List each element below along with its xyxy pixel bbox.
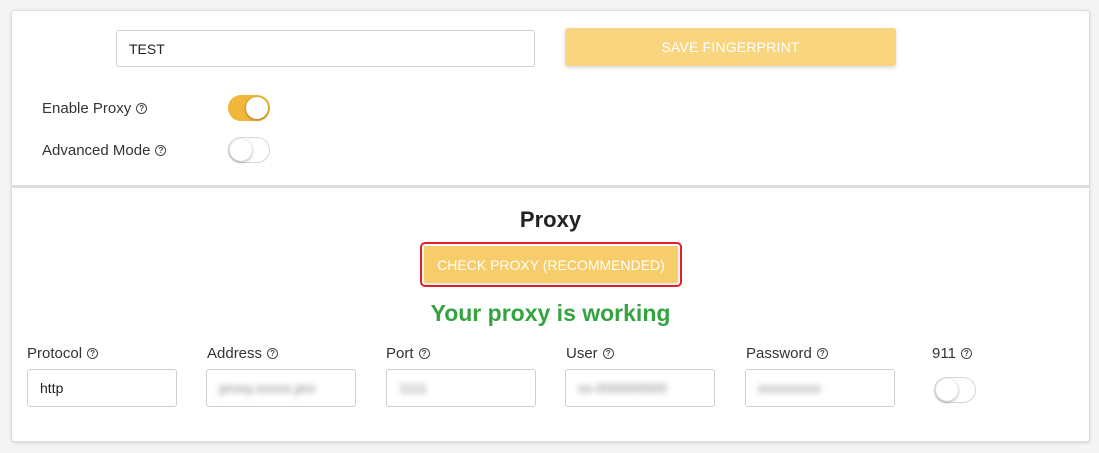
password-label: Password ? [746,345,828,362]
port-value: 1111 [399,380,428,396]
user-value: xx-000000000 [578,380,667,396]
password-value: xxxxxxxxx [758,380,821,396]
user-label: User ? [566,345,614,362]
address-field[interactable]: proxy.xxxxx.pro [206,369,356,407]
user-label-text: User [566,345,598,362]
check-proxy-button[interactable]: CHECK PROXY (RECOMMENDED) [424,246,678,283]
advanced-mode-toggle[interactable] [228,137,270,163]
toggle-knob [936,379,958,401]
save-fingerprint-button[interactable]: SAVE FINGERPRINT [565,28,896,66]
address-value: proxy.xxxxx.pro [219,380,316,396]
password-label-text: Password [746,345,812,362]
enable-proxy-toggle[interactable] [228,95,270,121]
proxy-status-text: Your proxy is working [430,300,671,326]
toggle-knob [246,97,268,119]
password-field[interactable]: xxxxxxxxx [745,369,895,407]
help-icon[interactable]: ? [267,348,279,359]
help-icon[interactable]: ? [418,348,430,359]
advanced-mode-label: Advanced Mode ? [42,142,167,159]
proxy-section-title: Proxy [519,207,582,232]
port-label: Port ? [386,345,430,362]
proxy-card: Proxy CHECK PROXY (RECOMMENDED) Your pro… [11,187,1090,442]
protocol-field[interactable]: http [27,369,177,407]
help-icon[interactable]: ? [87,348,99,359]
port-field[interactable]: 1111 [386,369,536,407]
help-icon[interactable]: ? [602,348,614,359]
n911-toggle[interactable] [934,377,976,403]
enable-proxy-label: Enable Proxy ? [42,100,148,117]
help-icon[interactable]: ? [155,145,167,156]
n911-label-text: 911 [932,345,956,362]
protocol-label: Protocol ? [27,345,99,362]
fingerprint-name-value: TEST [129,40,165,57]
advanced-mode-label-text: Advanced Mode [42,142,151,159]
toggle-knob [230,139,252,161]
address-label-text: Address [207,345,263,362]
user-field[interactable]: xx-000000000 [565,369,715,407]
protocol-label-text: Protocol [27,345,83,362]
protocol-value: http [40,380,64,396]
enable-proxy-label-text: Enable Proxy [42,100,132,117]
help-icon[interactable]: ? [816,348,828,359]
help-icon[interactable]: ? [960,348,972,359]
check-proxy-highlight: CHECK PROXY (RECOMMENDED) [420,242,682,287]
port-label-text: Port [386,345,414,362]
fingerprint-card: TEST SAVE FINGERPRINT Enable Proxy ? Adv… [11,10,1090,186]
fingerprint-name-input[interactable]: TEST [116,30,535,67]
help-icon[interactable]: ? [136,103,148,114]
address-label: Address ? [207,345,279,362]
n911-label: 911 ? [932,345,972,362]
